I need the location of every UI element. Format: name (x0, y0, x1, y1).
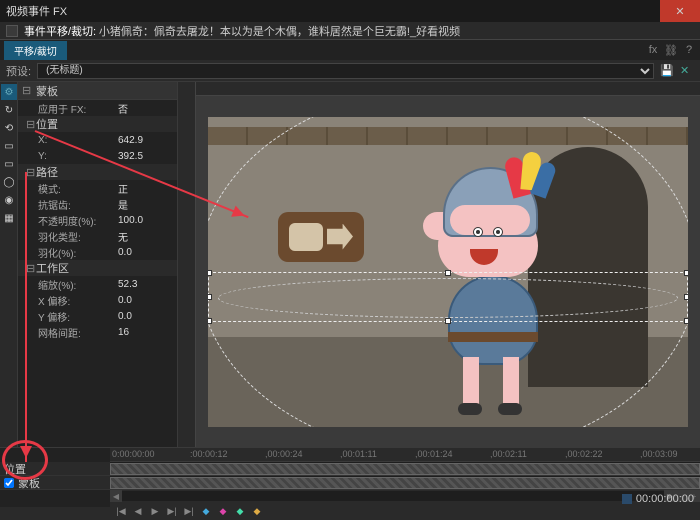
feather-value[interactable]: 无 (118, 229, 128, 244)
ruler-horizontal (196, 82, 700, 96)
last-frame-button[interactable]: ▶| (182, 504, 196, 518)
y-value[interactable]: 392.5 (118, 151, 143, 162)
timeline-ruler[interactable]: 0:00:00:00 :00:00:12 ,00:00:24 ,00:01:11… (110, 448, 700, 462)
featherpct-value[interactable]: 0.0 (118, 247, 132, 258)
grid-value[interactable]: 16 (118, 327, 129, 338)
delete-preset-icon[interactable]: ✕ (680, 64, 694, 78)
sign-graphic (278, 212, 364, 262)
character-graphic (408, 157, 558, 417)
play-button[interactable]: ▶ (148, 504, 162, 518)
track-clip[interactable] (110, 463, 700, 475)
timeline: 0:00:00:00 :00:00:12 ,00:00:24 ,00:01:11… (0, 447, 700, 507)
reset-icon[interactable]: ⟲ (1, 120, 17, 136)
rect-tool-icon[interactable]: ▭ (1, 138, 17, 154)
next-frame-button[interactable]: ▶| (165, 504, 179, 518)
position-header[interactable]: 位置 (36, 116, 58, 132)
save-preset-icon[interactable]: 💾 (660, 64, 674, 78)
chain-icon[interactable]: ⛓ (664, 43, 678, 57)
mode-value[interactable]: 正 (118, 181, 128, 196)
ruler-vertical (178, 82, 196, 447)
ellipse-tool-icon[interactable]: ◯ (1, 174, 17, 190)
mask-header[interactable]: 蒙板 (36, 83, 58, 99)
ellipse-fill-icon[interactable]: ◉ (1, 192, 17, 208)
tab-pan-crop[interactable]: 平移/裁切 (4, 41, 67, 60)
window-title: 视频事件 FX (6, 3, 67, 19)
annotation-arrow (25, 172, 27, 462)
timecode: 00:00:00:00 (636, 493, 694, 505)
video-frame[interactable] (208, 117, 688, 427)
opacity-value[interactable]: 100.0 (118, 215, 143, 226)
status-icon (622, 494, 632, 504)
pin-icon[interactable] (6, 25, 18, 37)
sync-icon[interactable]: ↻ (1, 102, 17, 118)
canvas[interactable] (178, 82, 700, 447)
preset-select[interactable]: (无标题) (37, 63, 654, 79)
prev-frame-button[interactable]: ◀ (131, 504, 145, 518)
breadcrumb: 事件平移/裁切: 小猪佩奇：佩奇去屠龙！本以为是个木偶，谁料居然是个巨无霸!_好… (24, 23, 460, 39)
first-frame-button[interactable]: |◀ (114, 504, 128, 518)
scrollbar[interactable] (122, 491, 664, 501)
settings-icon[interactable]: ⚙ (1, 84, 17, 100)
yoff-value[interactable]: 0.0 (118, 311, 132, 322)
grid-icon[interactable]: ▦ (1, 210, 17, 226)
marker-icon[interactable]: ◆ (250, 504, 264, 518)
properties-panel: ⊟蒙板 应用于 FX:否 ⊟位置 X:642.9 Y:392.5 ⊟路径 模式:… (18, 82, 178, 447)
workspace-header[interactable]: 工作区 (36, 260, 69, 276)
marker-icon[interactable]: ◆ (199, 504, 213, 518)
x-value[interactable]: 642.9 (118, 135, 143, 146)
xoff-value[interactable]: 0.0 (118, 295, 132, 306)
path-header[interactable]: 路径 (36, 164, 58, 180)
track-position[interactable]: 位置 (0, 462, 110, 475)
preset-label: 预设: (6, 63, 31, 79)
mask-checkbox[interactable] (4, 478, 14, 488)
rect-dashed-icon[interactable]: ▭ (1, 156, 17, 172)
close-button[interactable]: ✕ (660, 0, 700, 22)
track-clip[interactable] (110, 477, 700, 489)
track-mask[interactable]: 蒙板 (0, 476, 110, 489)
zoom-value[interactable]: 52.3 (118, 279, 137, 290)
marker-icon[interactable]: ◆ (216, 504, 230, 518)
marker-icon[interactable]: ◆ (233, 504, 247, 518)
scroll-left-icon[interactable]: ◀ (110, 490, 122, 502)
fx-icon[interactable]: fx (646, 43, 660, 57)
applyfx-value[interactable]: 否 (118, 101, 128, 116)
aa-value[interactable]: 是 (118, 197, 128, 212)
help-icon[interactable]: ? (682, 43, 696, 57)
